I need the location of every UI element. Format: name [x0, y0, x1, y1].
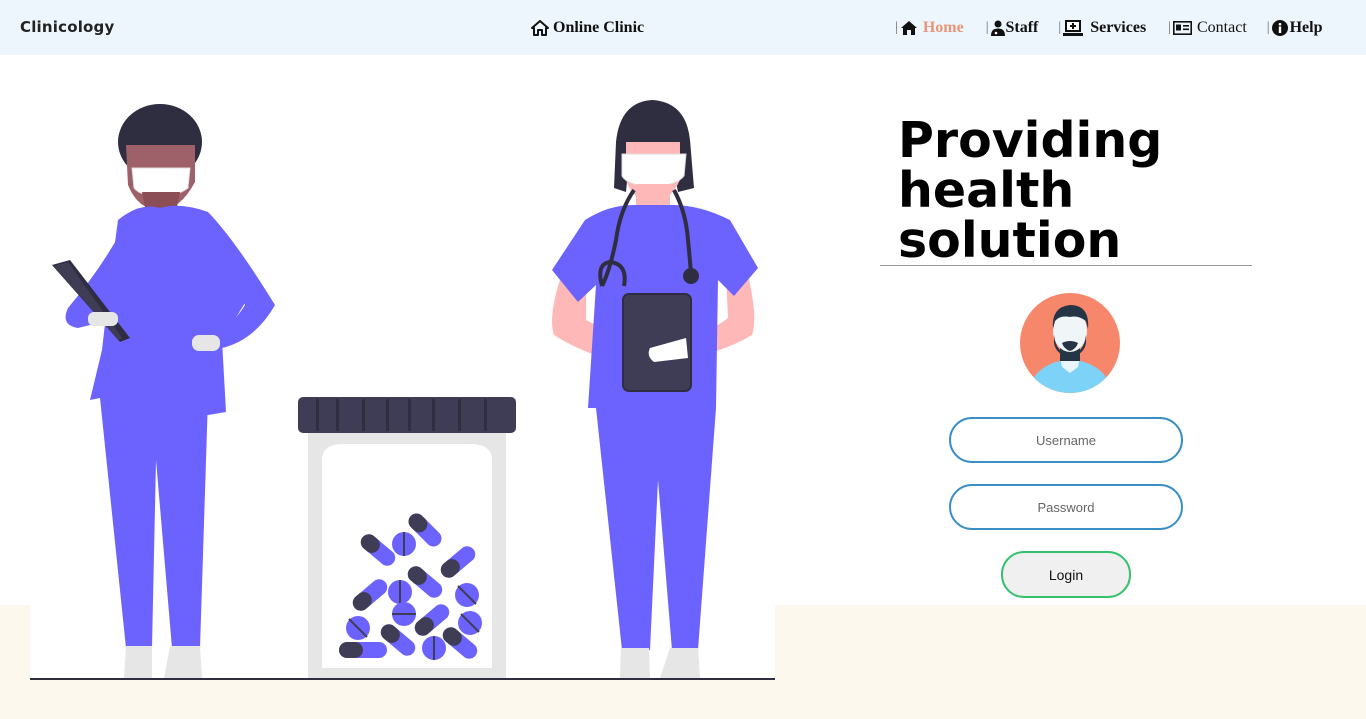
- home-icon: [900, 20, 918, 36]
- hero-heading: Providing health solution: [898, 116, 1298, 266]
- top-navbar: Clinicology Online Clinic | Home | Staff…: [0, 0, 1366, 55]
- doctors-illustration: [30, 100, 775, 680]
- hero-divider: [880, 265, 1252, 266]
- login-button[interactable]: Login: [1001, 551, 1131, 598]
- user-doctor-icon: [990, 20, 1005, 36]
- nav-label-staff: Staff: [1005, 19, 1039, 36]
- nav-item-staff[interactable]: Staff: [990, 19, 1039, 37]
- nav-separator: |: [1168, 20, 1171, 35]
- user-avatar: [1020, 293, 1120, 393]
- nav-label-home: Home: [922, 19, 964, 36]
- password-input[interactable]: [949, 484, 1183, 530]
- id-card-icon: [1173, 21, 1192, 35]
- nav-item-contact[interactable]: Contact: [1173, 19, 1247, 37]
- main-nav: | Home | Staff | Services | Contact | He…: [893, 19, 1322, 37]
- laptop-medical-icon: [1063, 20, 1084, 36]
- nav-item-services[interactable]: Services: [1063, 19, 1146, 37]
- nav-separator: |: [895, 20, 898, 35]
- nav-item-home[interactable]: Home: [900, 19, 964, 37]
- nav-separator: |: [1058, 20, 1062, 35]
- home-icon: [531, 20, 549, 36]
- nav-label-contact: Contact: [1197, 19, 1247, 36]
- nav-label-services: Services: [1090, 19, 1147, 36]
- hero-line-1: Providing: [898, 112, 1163, 169]
- nav-label-help: Help: [1289, 19, 1323, 36]
- user-avatar-icon: [1030, 305, 1110, 393]
- info-circle-icon: [1271, 20, 1288, 36]
- page-header-title: Online Clinic: [531, 19, 644, 37]
- nav-separator: |: [1266, 20, 1270, 35]
- nav-item-help[interactable]: Help: [1271, 19, 1323, 37]
- brand-logo[interactable]: Clinicology: [20, 18, 114, 36]
- username-input[interactable]: [949, 417, 1183, 463]
- hero-line-2: health solution: [898, 162, 1122, 269]
- nav-separator: |: [985, 20, 989, 35]
- online-clinic-label: Online Clinic: [553, 19, 645, 36]
